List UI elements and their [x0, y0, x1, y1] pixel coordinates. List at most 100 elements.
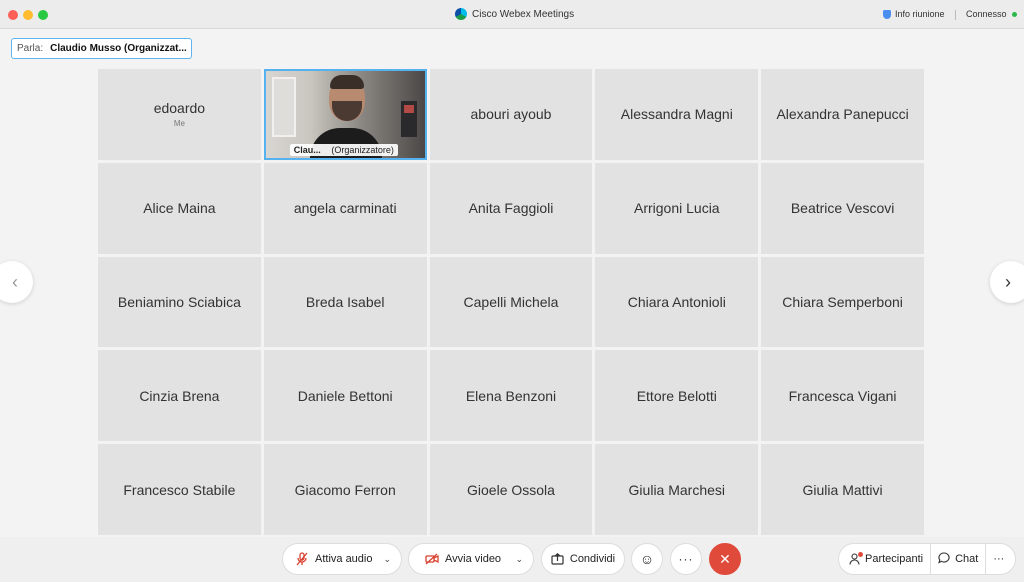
participant-tile[interactable]: abouri ayoub	[429, 69, 593, 160]
participant-name: Daniele Bettoni	[297, 387, 393, 404]
start-video-button[interactable]: Avvia video ⌄	[408, 543, 534, 575]
participant-name: Giulia Marchesi	[628, 481, 726, 498]
next-page-button[interactable]: ›	[990, 261, 1024, 303]
participant-tile[interactable]: Alessandra Magni	[595, 69, 759, 160]
participant-name: Alexandra Panepucci	[776, 106, 909, 123]
share-icon	[551, 552, 564, 566]
unmute-audio-button[interactable]: Attiva audio ⌄	[282, 543, 402, 575]
meeting-info-button[interactable]: Info riunione	[883, 9, 945, 19]
video-background-shelf	[400, 101, 417, 137]
participant-tile[interactable]: Francesca Vigani	[761, 350, 924, 442]
participant-video-tile[interactable]: Clau... (Organizzatore)	[263, 69, 427, 160]
active-speaker-label: Parla:	[17, 43, 44, 54]
window-maximize-button[interactable]	[38, 10, 48, 20]
chat-button[interactable]: Chat	[930, 544, 985, 574]
chat-icon	[938, 551, 950, 567]
participant-tile[interactable]: Giulia Marchesi	[595, 444, 759, 535]
end-call-icon: ✕	[719, 550, 731, 567]
participant-tile[interactable]: Elena Benzoni	[429, 350, 593, 442]
more-options-icon: ···	[678, 552, 694, 566]
participant-name: Francesco Stabile	[123, 481, 236, 498]
participant-name: Clau...	[293, 144, 321, 155]
participant-name: Breda Isabel	[305, 293, 385, 310]
unmute-audio-label: Attiva audio	[315, 553, 373, 565]
participant-tile[interactable]: Chiara Antonioli	[595, 256, 759, 348]
participant-name: Elena Benzoni	[465, 387, 557, 404]
participant-name: Chiara Semperboni	[782, 293, 903, 310]
meeting-info-label: Info riunione	[895, 9, 945, 19]
participant-self-label: Me	[173, 119, 185, 129]
participants-button[interactable]: Partecipanti	[839, 544, 930, 574]
participant-name: abouri ayoub	[470, 106, 552, 123]
app-title: Cisco Webex Meetings	[455, 8, 574, 20]
participant-tile[interactable]: Capelli Michela	[429, 256, 593, 348]
participant-name: Ettore Belotti	[636, 387, 717, 404]
participant-tile[interactable]: Alice Maina	[98, 162, 261, 254]
chevron-down-icon[interactable]: ⌄	[515, 554, 523, 565]
participant-tile[interactable]: Arrigoni Lucia	[595, 162, 759, 254]
participant-tile[interactable]: angela carminati	[263, 162, 427, 254]
chevron-down-icon[interactable]: ⌄	[383, 554, 391, 565]
app-title-text: Cisco Webex Meetings	[472, 8, 575, 20]
participant-tile[interactable]: Gioele Ossola	[429, 444, 593, 535]
participant-tile[interactable]: Beatrice Vescovi	[761, 162, 924, 254]
participant-name: angela carminati	[293, 200, 397, 217]
participant-name: Gioele Ossola	[467, 481, 555, 498]
connection-status-label: Connesso	[966, 9, 1007, 19]
participant-name: Giacomo Ferron	[294, 481, 396, 498]
participant-tile[interactable]: Francesco Stabile	[98, 444, 261, 535]
participant-tile[interactable]: Alexandra Panepucci	[761, 69, 924, 160]
participants-label: Partecipanti	[865, 553, 924, 565]
chat-label: Chat	[955, 553, 979, 565]
connected-dot-icon	[1011, 11, 1017, 17]
participant-tile[interactable]: Beniamino Sciabica	[98, 256, 261, 348]
end-call-button[interactable]: ✕	[709, 543, 741, 575]
window-minimize-button[interactable]	[23, 10, 33, 20]
participant-tile[interactable]: Breda Isabel	[263, 256, 427, 348]
reactions-button[interactable]: ☺	[631, 543, 663, 575]
panel-buttons-group: Partecipanti Chat ···	[838, 543, 1016, 575]
active-speaker-indicator[interactable]: Parla: Claudio Musso (Organizzat...	[11, 38, 192, 59]
participant-name: Alice Maina	[143, 200, 216, 217]
participant-name: Arrigoni Lucia	[633, 200, 720, 217]
window-close-button[interactable]	[8, 10, 18, 20]
participant-tile[interactable]: Giulia Mattivi	[761, 444, 924, 535]
meeting-controls-bar: Attiva audio ⌄ Avvia video ⌄ Condividi ☺…	[0, 537, 1024, 582]
shield-icon	[883, 9, 891, 19]
participant-tile[interactable]: Giacomo Ferron	[263, 444, 427, 535]
video-off-icon	[425, 552, 439, 566]
participant-tile[interactable]: Daniele Bettoni	[263, 350, 427, 442]
participant-name: Chiara Antonioli	[627, 293, 726, 310]
webex-logo-icon	[455, 8, 467, 20]
participant-name: Anita Faggioli	[468, 200, 554, 217]
participants-icon	[849, 552, 863, 565]
participant-tile[interactable]: edoardo Me	[98, 69, 261, 160]
chevron-right-icon: ›	[1005, 271, 1011, 292]
title-divider	[955, 10, 956, 20]
participant-tile[interactable]: Chiara Semperboni	[761, 256, 924, 348]
share-label: Condividi	[569, 553, 616, 565]
notification-badge	[858, 552, 863, 557]
participant-name: Cinzia Brena	[139, 387, 220, 404]
more-icon: ···	[993, 553, 1005, 565]
participant-name: Francesca Vigani	[788, 387, 897, 404]
participant-name: Giulia Mattivi	[802, 481, 883, 498]
participant-role: (Organizzatore)	[331, 144, 394, 155]
panel-overflow-button[interactable]: ···	[985, 544, 1011, 574]
participant-name: Beniamino Sciabica	[117, 293, 241, 310]
more-options-button[interactable]: ···	[670, 543, 702, 575]
video-background-window	[271, 77, 296, 137]
chevron-left-icon: ‹	[12, 271, 18, 292]
participant-tile[interactable]: Anita Faggioli	[429, 162, 593, 254]
start-video-label: Avvia video	[445, 553, 502, 565]
emoji-icon: ☺	[639, 551, 655, 567]
title-bar: Cisco Webex Meetings Info riunione Conne…	[0, 0, 1024, 29]
share-button[interactable]: Condividi	[541, 543, 625, 575]
previous-page-button[interactable]: ‹	[0, 261, 33, 303]
mic-off-icon	[295, 552, 309, 566]
participant-tile[interactable]: Cinzia Brena	[98, 350, 261, 442]
participant-name: Alessandra Magni	[620, 106, 733, 123]
participant-name: Capelli Michela	[463, 293, 559, 310]
participant-tile[interactable]: Ettore Belotti	[595, 350, 759, 442]
video-name-tag: Clau... (Organizzatore)	[289, 143, 398, 156]
